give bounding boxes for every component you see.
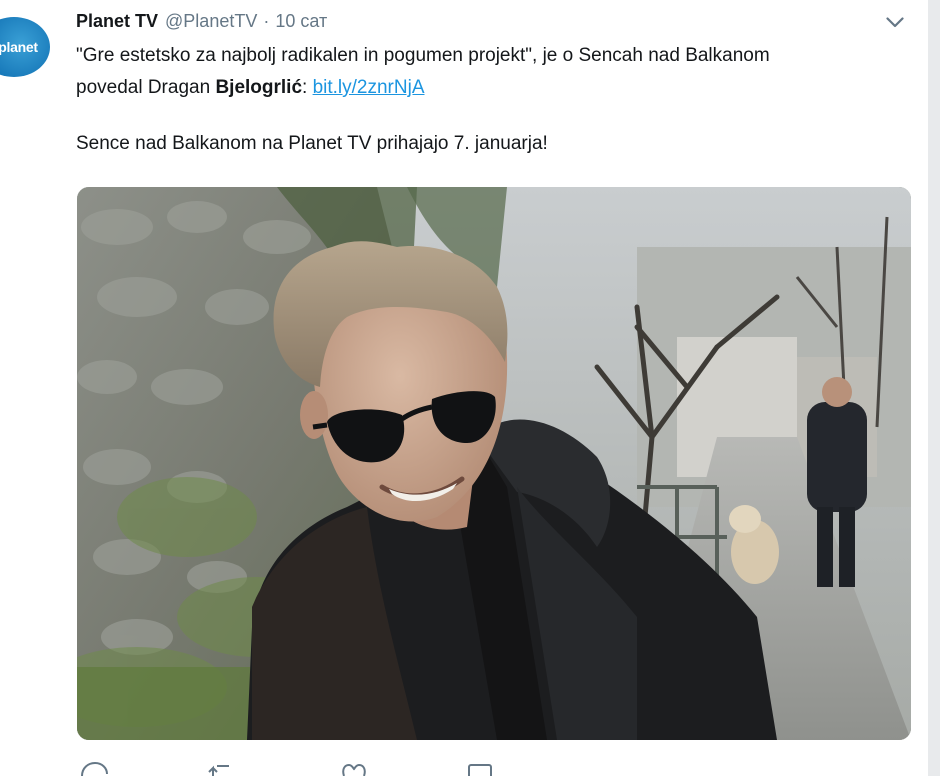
avatar[interactable]: planet xyxy=(0,17,50,77)
retweet-icon[interactable] xyxy=(205,760,239,776)
tweet-header: Planet TV @PlanetTV · 10 сат xyxy=(76,8,327,34)
tweet-actions xyxy=(76,760,497,780)
chevron-down-icon[interactable] xyxy=(882,12,908,32)
avatar-logo-text: planet xyxy=(0,39,38,55)
separator-dot: · xyxy=(263,10,270,31)
tweet-text-line-3: Sence nad Balkanom na Planet TV prihajaj… xyxy=(76,133,548,154)
author-name[interactable]: Planet TV xyxy=(76,11,158,32)
mention-bjelogrlic: Bjelogrlić xyxy=(215,77,303,98)
tweet-time[interactable]: 10 сат xyxy=(275,11,327,32)
author-handle[interactable]: @PlanetTV xyxy=(165,11,257,32)
reply-icon[interactable] xyxy=(76,760,110,777)
tweet-photo[interactable] xyxy=(77,187,911,740)
tweet-text-line-1: "Gre estetsko za najbolj radikalen in po… xyxy=(76,45,770,66)
tweet-text-line-2: povedal Dragan Bjelogrlić: bit.ly/2znrNj… xyxy=(76,72,916,104)
message-icon[interactable] xyxy=(463,760,497,780)
tweet-text: "Gre estetsko za najbolj radikalen in po… xyxy=(76,40,916,160)
tweet-link[interactable]: bit.ly/2znrNjA xyxy=(313,77,425,98)
colon: : xyxy=(302,77,313,98)
tweet-text-prefix: povedal Dragan xyxy=(76,77,216,98)
like-icon[interactable] xyxy=(334,760,368,777)
scrollbar[interactable] xyxy=(928,0,940,776)
